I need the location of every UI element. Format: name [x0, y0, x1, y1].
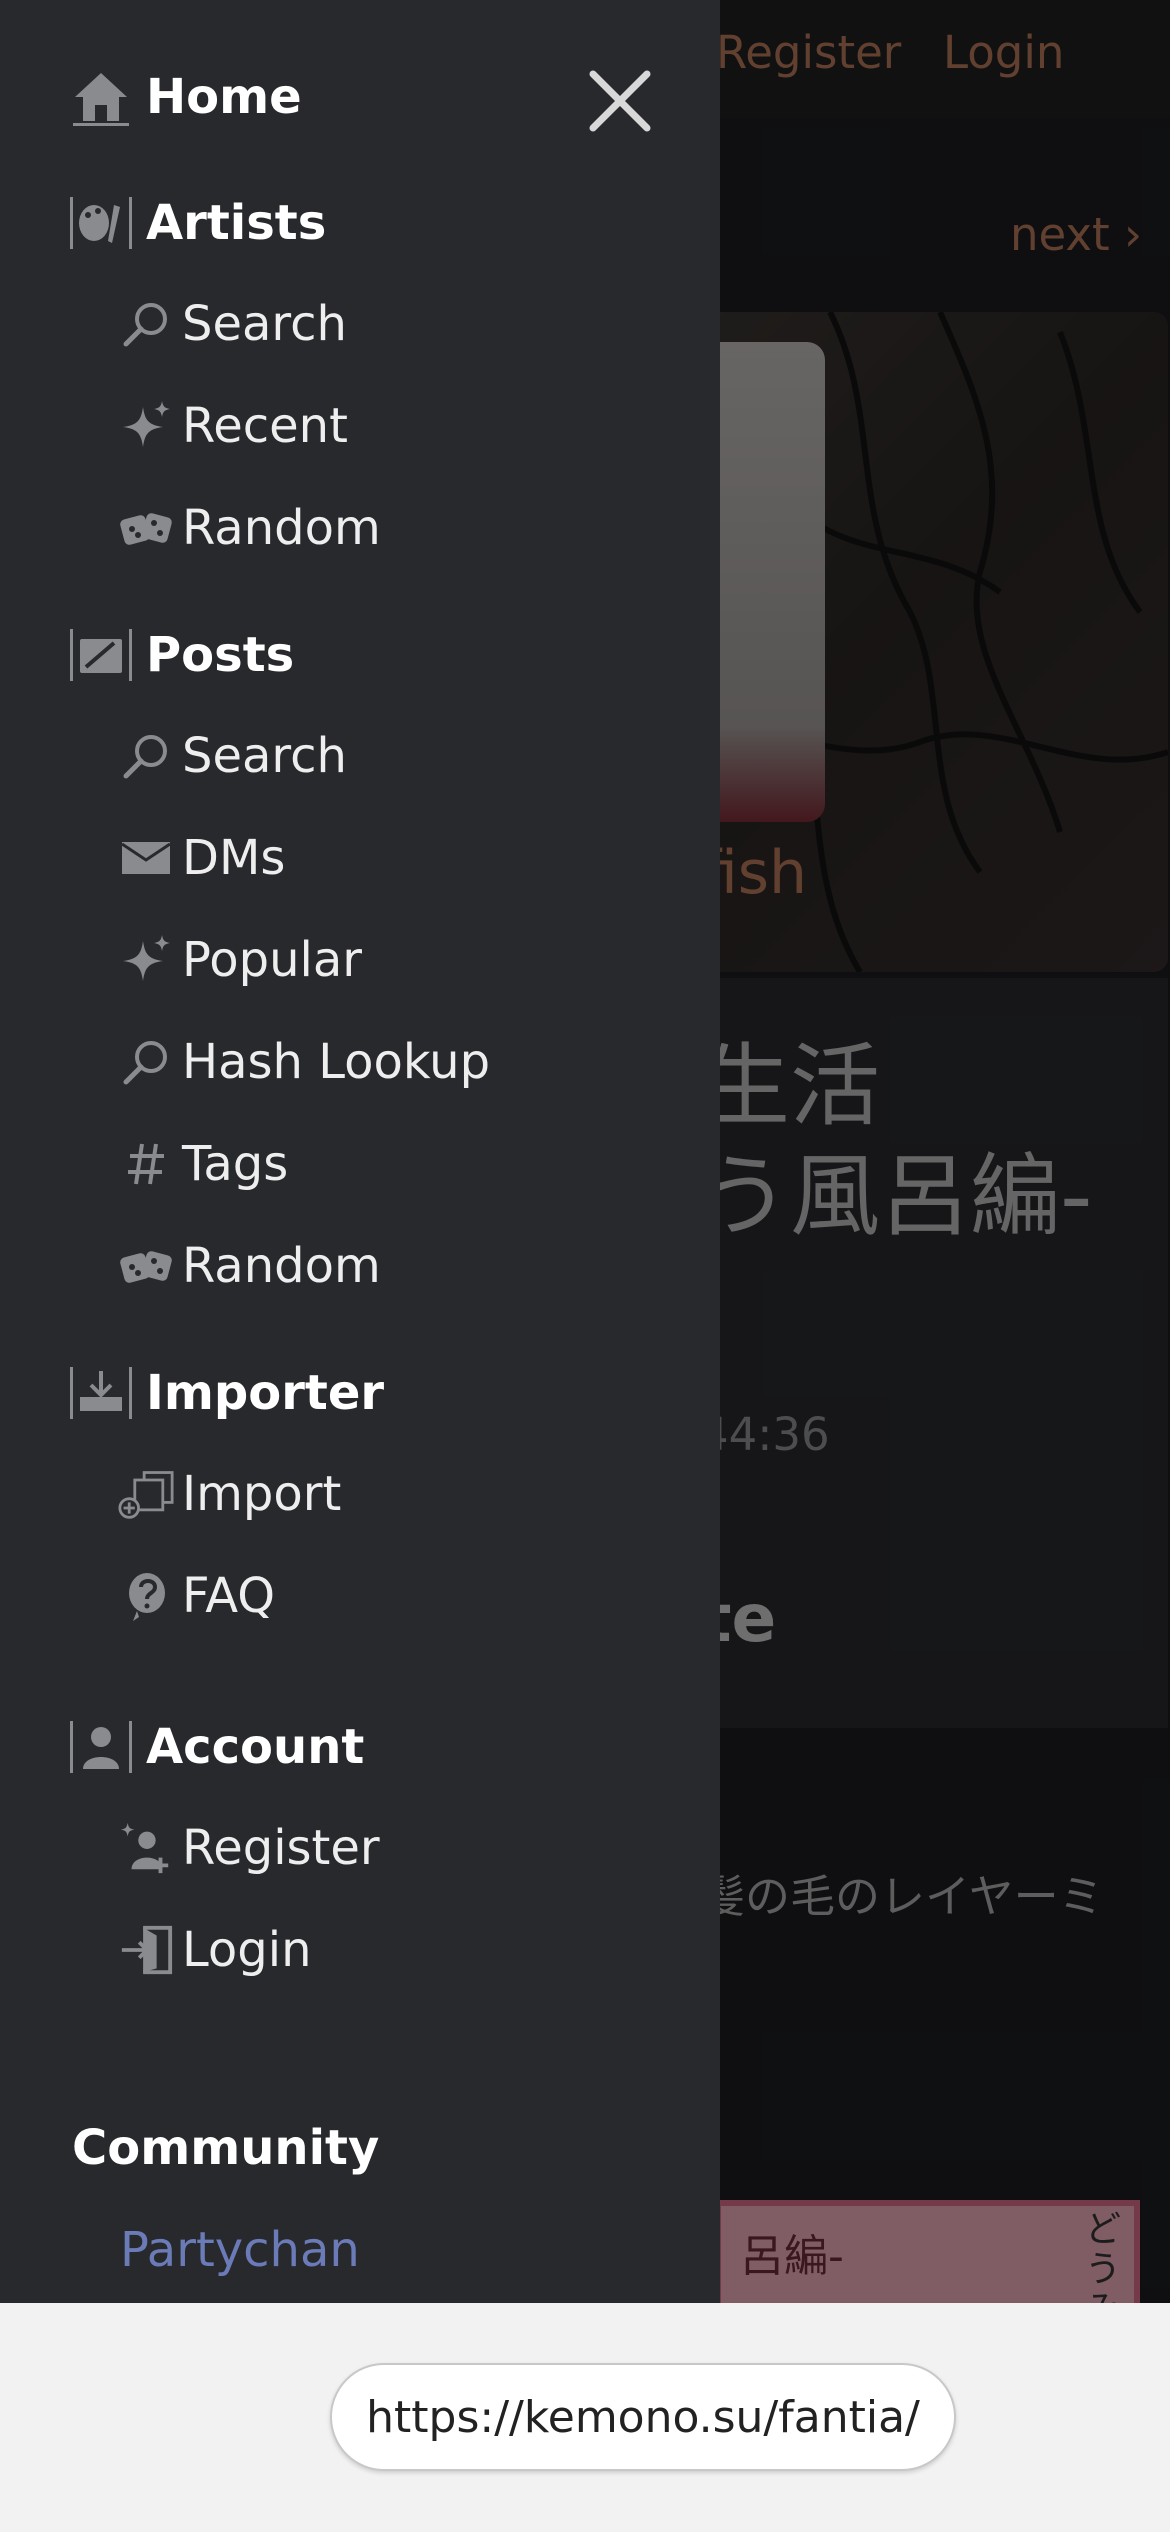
- importer-icon: [70, 1362, 132, 1424]
- nav-account-register[interactable]: Register: [118, 1820, 380, 1876]
- sparkle-icon: [118, 398, 174, 454]
- nav-posts-dms[interactable]: DMs: [118, 830, 285, 886]
- nav-posts-random[interactable]: Random: [118, 1238, 381, 1294]
- hash-icon: [118, 1136, 174, 1192]
- home-icon: [70, 66, 132, 128]
- nav-importer[interactable]: Importer: [70, 1362, 384, 1424]
- sparkle-icon: [118, 932, 174, 988]
- nav-artists-recent[interactable]: Recent: [118, 398, 348, 454]
- nav-account[interactable]: Account: [70, 1716, 364, 1778]
- nav-artists-random[interactable]: Random: [118, 500, 381, 556]
- dice-icon: [118, 1238, 174, 1294]
- nav-account-login[interactable]: Login: [118, 1922, 312, 1978]
- dice-icon: [118, 500, 174, 556]
- url-field[interactable]: https://kemono.su/fantia/: [330, 2363, 956, 2471]
- nav-posts-tags[interactable]: Tags: [118, 1136, 288, 1192]
- nav-posts-hash-lookup[interactable]: Hash Lookup: [118, 1034, 490, 1090]
- envelope-icon: [118, 830, 174, 886]
- posts-icon: [70, 624, 132, 686]
- nav-posts-search[interactable]: Search: [118, 728, 347, 784]
- palette-icon: [70, 192, 132, 254]
- question-icon: [118, 1568, 174, 1624]
- search-icon: [118, 728, 174, 784]
- close-icon[interactable]: [585, 66, 655, 136]
- nav-importer-faq[interactable]: FAQ: [118, 1568, 275, 1624]
- nav-artists[interactable]: Artists: [70, 192, 326, 254]
- nav-artists-search[interactable]: Search: [118, 296, 347, 352]
- register-icon: [118, 1820, 174, 1876]
- account-icon: [70, 1716, 132, 1778]
- search-icon: [118, 296, 174, 352]
- navigation-drawer: Home Artists Search Recent Random Posts: [0, 0, 720, 2303]
- nav-posts-popular[interactable]: Popular: [118, 932, 362, 988]
- import-icon: [118, 1466, 174, 1522]
- partychan-link[interactable]: Partychan: [120, 2222, 360, 2278]
- nav-home[interactable]: Home: [70, 66, 302, 128]
- search-icon: [118, 1034, 174, 1090]
- login-icon: [118, 1922, 174, 1978]
- nav-importer-import[interactable]: Import: [118, 1466, 341, 1522]
- nav-posts[interactable]: Posts: [70, 624, 294, 686]
- community-heading: Community: [72, 2120, 380, 2176]
